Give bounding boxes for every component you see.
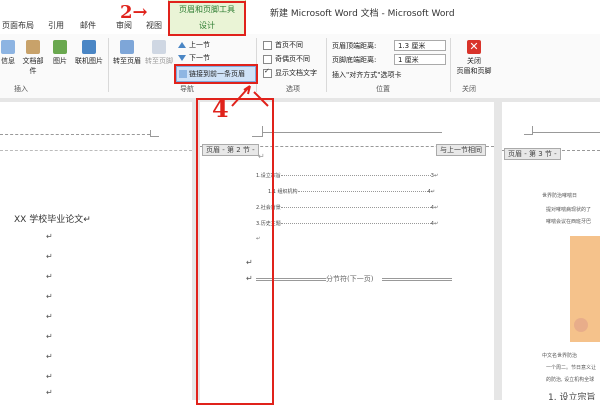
header-section-3-tag: 页眉 - 第 3 节 - [504,148,561,160]
up-arrow-icon [178,42,186,48]
goto-footer-icon [152,40,166,54]
separator [450,38,451,92]
same-as-previous-tag: 与上一节相同 [436,144,486,156]
down-arrow-icon [178,55,186,61]
goto-footer-button[interactable]: 转至页脚 [144,40,174,66]
window-title: 新建 Microsoft Word 文档 - Microsoft Word [270,9,455,19]
annotation-box-design-tab [168,1,246,36]
position-group-label: 位置 [376,85,390,93]
close-header-footer-button[interactable]: ✕ 关闭 页眉和页脚 [452,40,496,76]
close-group-label: 关闭 [462,85,476,93]
toc-entry[interactable]: 1.1 组织机构 4↵ [268,188,435,195]
title-bar: 页面布局 引用 邮件 审阅 视图 页眉和页脚工具 设计 新建 Microsoft… [0,0,600,35]
tab-mailings[interactable]: 邮件 [80,20,96,31]
separator [108,38,109,92]
goto-header-icon [120,40,134,54]
page-3[interactable]: 页眉 - 第 3 节 - 世界防治哮喘日 提对哮喘病现状的了 哮喘会议在西班牙巴… [502,102,600,400]
footer-bottom-distance-input[interactable]: 1 厘米 [394,54,446,65]
show-document-text-checkbox[interactable]: 显示文档文字 [263,67,317,78]
header-top-distance-input[interactable]: 1.3 厘米 [394,40,446,51]
odd-even-different-checkbox[interactable]: 奇偶页不同 [263,54,310,64]
annotation-step-2: 2→ [120,2,148,23]
toc-entry[interactable]: 3.历史主题 4↵ [256,220,438,227]
tab-page-layout[interactable]: 页面布局 [2,20,34,31]
next-section-button[interactable]: 下一节 [178,53,210,63]
footer-bottom-distance-label: 页脚底端距离: [332,56,377,64]
page-1-title: XX 学校毕业论文↵ [14,215,91,225]
insert-alignment-tab-button[interactable]: 插入"对齐方式"选项卡 [332,70,401,80]
page-1[interactable]: XX 学校毕业论文↵ ↵ ↵ ↵ ↵ ↵ ↵ ↵ ↵ ↵ [0,102,192,400]
tab-view[interactable]: 视图 [146,20,162,31]
tab-references[interactable]: 引用 [48,20,64,31]
info-icon [1,40,15,54]
picture-button[interactable]: 图片 [50,40,70,66]
info-button[interactable]: 信息 [0,40,16,66]
online-picture-button[interactable]: 联机图片 [72,40,106,66]
first-page-different-checkbox[interactable]: 首页不同 [263,40,303,50]
doc-parts-icon [26,40,40,54]
separator [326,38,327,92]
toc-entry[interactable]: 1.设立宗旨 3↵ [256,172,438,179]
document-area: XX 学校毕业论文↵ ↵ ↵ ↵ ↵ ↵ ↵ ↵ ↵ ↵ 页眉 - 第 2 节 … [0,98,600,400]
illustration-image [570,236,600,342]
toc-entry[interactable]: 2.社会背景 4↵ [256,204,438,211]
ribbon: 信息 文档部件 图片 联机图片 插入 转至页眉 转至页脚 上一节 下一节 链接到… [0,34,600,99]
options-group-label: 选项 [286,85,300,93]
online-picture-icon [82,40,96,54]
picture-icon [53,40,67,54]
insert-group-label: 插入 [14,85,28,93]
section-break-label: 分节符(下一页) [326,275,374,283]
doc-parts-button[interactable]: 文档部件 [20,40,46,76]
nav-group-label: 导航 [180,85,194,93]
header-top-distance-label: 页眉顶端距离: [332,42,377,50]
close-icon: ✕ [467,40,481,54]
prev-section-button[interactable]: 上一节 [178,40,210,50]
goto-header-button[interactable]: 转至页眉 [112,40,142,66]
annotation-arrow [231,85,269,107]
annotation-box-page2-header [196,98,274,405]
section-heading: 1. 设立宗旨 [548,393,596,400]
